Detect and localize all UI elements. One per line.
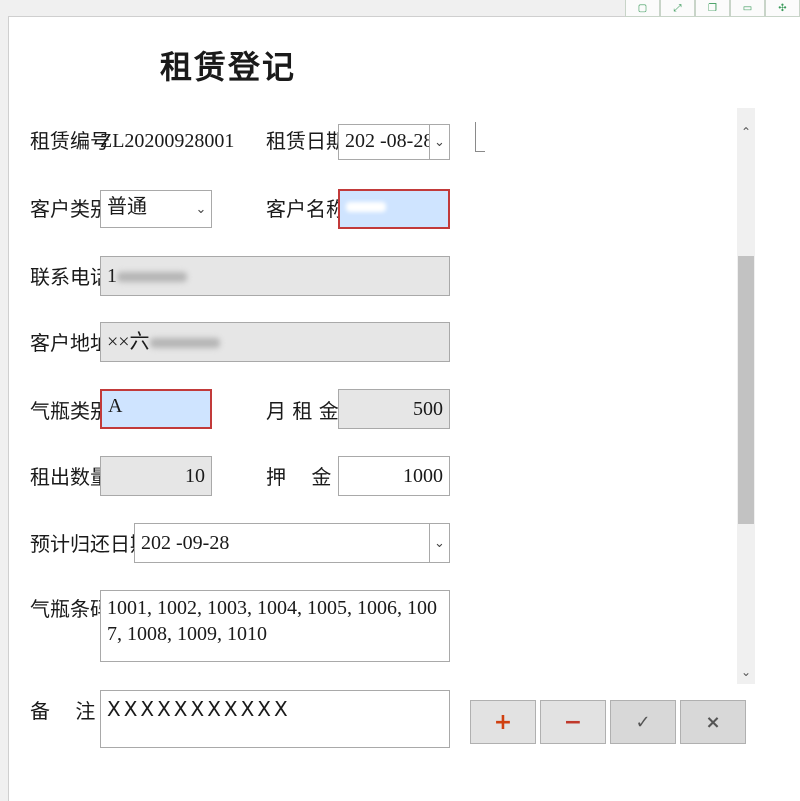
phone-value: 1 (107, 265, 117, 287)
redacted-mark (117, 272, 187, 283)
rental-no-value: ZL20200928001 (100, 130, 235, 152)
settings-icon[interactable]: ✣ (765, 0, 800, 17)
expand-icon[interactable]: ⤢ (660, 0, 695, 17)
remove-button[interactable]: − (540, 700, 606, 744)
return-date-value: 202 -09-28 (141, 532, 230, 554)
rental-date-label: 租赁日期 (266, 129, 346, 153)
vertical-scrollbar[interactable]: ⌃ ⌄ (737, 108, 755, 684)
cylinder-type-input[interactable]: A (100, 389, 212, 429)
rental-date-picker[interactable]: 202 -08-28 ⌄ (338, 124, 450, 160)
return-date-label: 预计归还日期 (30, 532, 150, 556)
address-label: 客户地址 (30, 331, 110, 355)
scroll-down-icon[interactable]: ⌄ (737, 662, 755, 682)
page-title: 租赁登记 (160, 48, 297, 86)
window-controls: ▢ ⤢ ❐ ▭ ✣ (625, 0, 800, 17)
rental-no-label: 租赁编号 (30, 129, 110, 153)
customer-type-value: 普通 (107, 196, 147, 218)
customer-type-select[interactable]: 普通 ⌄ (100, 190, 212, 228)
chevron-down-icon[interactable]: ⌄ (191, 191, 211, 227)
return-date-picker[interactable]: 202 -09-28 ⌄ (134, 523, 450, 563)
rent-qty-input[interactable]: 10 (100, 456, 212, 496)
minus-icon: − (563, 709, 583, 735)
divider-mark (475, 122, 485, 152)
rent-qty-label: 租出数量 (30, 465, 110, 489)
cancel-button[interactable]: × (680, 700, 746, 744)
check-icon: ✓ (635, 711, 651, 733)
window-icon[interactable]: ▢ (625, 0, 660, 17)
barcodes-label: 气瓶条码 (30, 597, 110, 621)
redacted-mark (149, 338, 220, 349)
close-icon: × (705, 711, 721, 733)
scroll-thumb[interactable] (738, 256, 754, 524)
deposit-input[interactable]: 1000 (338, 456, 450, 496)
remarks-textarea[interactable]: XXXXXXXXXXX (100, 690, 450, 748)
cylinder-type-value: A (108, 395, 123, 417)
phone-input[interactable]: 1 (100, 256, 450, 296)
chevron-down-icon[interactable]: ⌄ (429, 524, 449, 562)
customer-type-label: 客户类别 (30, 197, 110, 221)
confirm-button[interactable]: ✓ (610, 700, 676, 744)
redacted-mark (346, 202, 386, 213)
monthly-rent-input[interactable]: 500 (338, 389, 450, 429)
chevron-down-icon[interactable]: ⌄ (429, 125, 449, 159)
plus-icon: + (493, 709, 513, 735)
customer-name-label: 客户名称 (266, 197, 346, 221)
address-input[interactable]: ××六 (100, 322, 450, 362)
monthly-rent-label: 月 租 金 (266, 399, 339, 423)
restore-icon[interactable]: ▭ (730, 0, 765, 17)
copy-icon[interactable]: ❐ (695, 0, 730, 17)
rental-date-value: 202 -08-28 (345, 130, 434, 152)
cylinder-type-label: 气瓶类别 (30, 399, 110, 423)
customer-name-input[interactable] (338, 189, 450, 229)
remarks-label: 备 注 (30, 699, 96, 723)
deposit-label: 押 金 (266, 465, 332, 489)
phone-label: 联系电话 (30, 265, 110, 289)
barcodes-textarea[interactable]: 1001, 1002, 1003, 1004, 1005, 1006, 1007… (100, 590, 450, 662)
scroll-up-icon[interactable]: ⌃ (737, 122, 755, 142)
address-value: ××六 (107, 331, 150, 353)
add-button[interactable]: + (470, 700, 536, 744)
